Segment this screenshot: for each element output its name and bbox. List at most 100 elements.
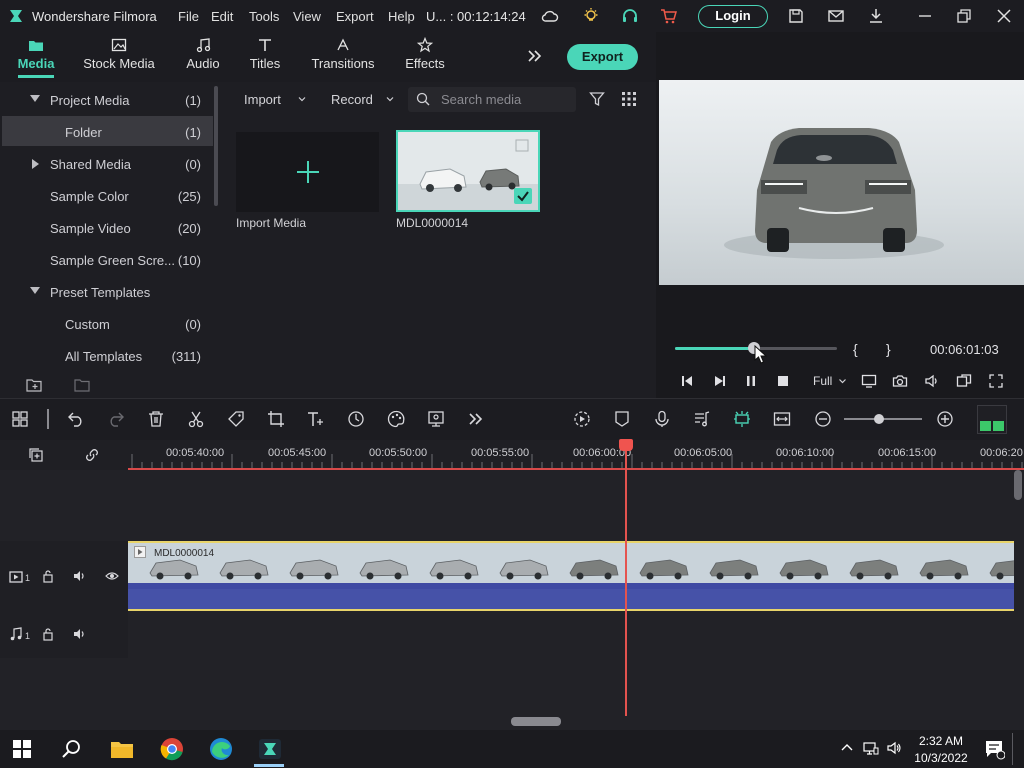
fullscreen-icon[interactable] <box>988 373 1004 389</box>
add-track-icon[interactable] <box>28 447 44 463</box>
filmora-taskbar-icon[interactable] <box>256 735 284 763</box>
import-dropdown[interactable]: Import <box>236 88 314 112</box>
tree-item-all-templates[interactable]: All Templates (311) <box>0 340 213 370</box>
track-volume-icon[interactable] <box>73 627 87 641</box>
split-scissors-icon[interactable] <box>187 410 205 428</box>
support-headset-icon[interactable] <box>621 7 639 25</box>
chevron-up-icon[interactable] <box>840 741 854 755</box>
lock-icon[interactable] <box>41 627 55 641</box>
download-icon[interactable] <box>867 7 885 25</box>
pip-icon[interactable] <box>956 373 972 389</box>
track-volume-icon[interactable] <box>73 569 87 583</box>
file-explorer-icon[interactable] <box>108 735 136 763</box>
eye-visibility-icon[interactable] <box>105 569 119 583</box>
tab-stock-media[interactable]: Stock Media <box>80 32 158 82</box>
menu-export[interactable]: Export <box>336 9 374 24</box>
chrome-icon[interactable] <box>158 735 186 763</box>
cart-icon[interactable] <box>660 7 678 25</box>
login-button[interactable]: Login <box>698 5 768 28</box>
network-icon[interactable] <box>863 740 879 756</box>
menu-view[interactable]: View <box>293 9 321 24</box>
mark-in-button[interactable]: { <box>853 341 858 357</box>
collapse-caret-icon[interactable] <box>30 95 40 102</box>
more-tabs-icon[interactable] <box>527 48 543 64</box>
timeline-horizontal-scrollbar[interactable] <box>511 717 561 726</box>
zoom-slider-handle[interactable] <box>874 414 884 424</box>
undo-icon[interactable] <box>67 410 85 428</box>
mark-out-button[interactable]: } <box>886 341 891 357</box>
save-icon[interactable] <box>787 7 805 25</box>
mail-icon[interactable] <box>827 7 845 25</box>
idea-bulb-icon[interactable] <box>582 7 600 25</box>
pause-icon[interactable] <box>743 373 759 389</box>
menu-help[interactable]: Help <box>388 9 415 24</box>
tree-item-shared-media[interactable]: Shared Media (0) <box>0 148 213 178</box>
search-icon[interactable] <box>60 737 84 761</box>
tree-item-folder[interactable]: Folder (1) <box>2 116 213 146</box>
display-icon[interactable] <box>861 373 877 389</box>
fit-timeline-icon[interactable] <box>773 410 791 428</box>
snap-magnet-icon[interactable] <box>733 410 751 428</box>
menu-tools[interactable]: Tools <box>249 9 279 24</box>
tab-transitions[interactable]: Transitions <box>308 32 378 82</box>
record-dropdown[interactable]: Record <box>323 88 401 112</box>
search-media-input[interactable]: Search media <box>408 87 576 112</box>
link-icon[interactable] <box>84 447 100 463</box>
volume-icon[interactable] <box>924 373 940 389</box>
minimize-icon[interactable] <box>916 7 934 25</box>
marker-icon[interactable] <box>613 410 631 428</box>
grid-view-icon[interactable] <box>622 92 636 106</box>
menu-edit[interactable]: Edit <box>211 9 233 24</box>
snapshot-camera-icon[interactable] <box>892 373 908 389</box>
crop-icon[interactable] <box>267 410 285 428</box>
render-status-indicator[interactable] <box>977 405 1007 434</box>
edge-icon[interactable] <box>207 735 235 763</box>
quality-select[interactable]: Full <box>813 374 832 388</box>
play-icon[interactable] <box>711 373 727 389</box>
tree-item-preset-templates[interactable]: Preset Templates <box>0 276 213 306</box>
new-folder-icon[interactable] <box>26 378 42 392</box>
timeline-vertical-scrollbar[interactable] <box>1014 470 1022 500</box>
expand-caret-icon[interactable] <box>32 159 39 169</box>
notification-icon[interactable] <box>983 738 1005 760</box>
collapse-caret-icon[interactable] <box>30 287 40 294</box>
windows-start-icon[interactable] <box>10 737 34 761</box>
tab-effects[interactable]: Effects <box>400 32 450 82</box>
delete-icon[interactable] <box>147 410 165 428</box>
speaker-icon[interactable] <box>886 740 902 756</box>
color-palette-icon[interactable] <box>387 410 405 428</box>
text-add-icon[interactable] <box>307 410 325 428</box>
export-button[interactable]: Export <box>567 44 638 70</box>
tag-icon[interactable] <box>227 410 245 428</box>
tab-titles[interactable]: Titles <box>243 32 287 82</box>
previous-frame-icon[interactable] <box>679 373 695 389</box>
redo-icon[interactable] <box>107 410 125 428</box>
chevron-down-icon[interactable] <box>838 377 847 385</box>
tree-item-sample-video[interactable]: Sample Video (20) <box>0 212 213 242</box>
import-media-tile[interactable] <box>236 132 379 212</box>
tree-item-sample-green-screen[interactable]: Sample Green Scre... (10) <box>0 244 213 274</box>
show-desktop-button[interactable] <box>1012 733 1013 765</box>
audio-mixer-icon[interactable] <box>693 410 711 428</box>
tab-audio[interactable]: Audio <box>180 32 226 82</box>
filter-icon[interactable] <box>589 91 605 107</box>
menu-file[interactable]: File <box>178 9 199 24</box>
cloud-icon[interactable] <box>541 7 559 25</box>
playhead[interactable] <box>625 440 627 716</box>
folder-icon[interactable] <box>74 378 90 392</box>
green-screen-icon[interactable] <box>427 410 445 428</box>
tree-scrollbar[interactable] <box>214 86 218 206</box>
zoom-in-icon[interactable] <box>936 410 954 428</box>
lock-icon[interactable] <box>41 569 55 583</box>
restore-icon[interactable] <box>955 7 973 25</box>
tab-media[interactable]: Media <box>0 32 72 82</box>
tree-item-custom[interactable]: Custom (0) <box>0 308 213 338</box>
timeline-video-clip[interactable] <box>128 541 1014 611</box>
tree-item-project-media[interactable]: Project Media (1) <box>0 84 213 114</box>
playhead-handle[interactable] <box>619 439 633 451</box>
layout-icon[interactable] <box>11 410 29 428</box>
more-tools-icon[interactable] <box>467 410 485 428</box>
stop-icon[interactable] <box>775 373 791 389</box>
tree-item-sample-color[interactable]: Sample Color (25) <box>0 180 213 210</box>
taskbar-clock[interactable]: 2:32 AM 10/3/2022 <box>910 733 972 767</box>
